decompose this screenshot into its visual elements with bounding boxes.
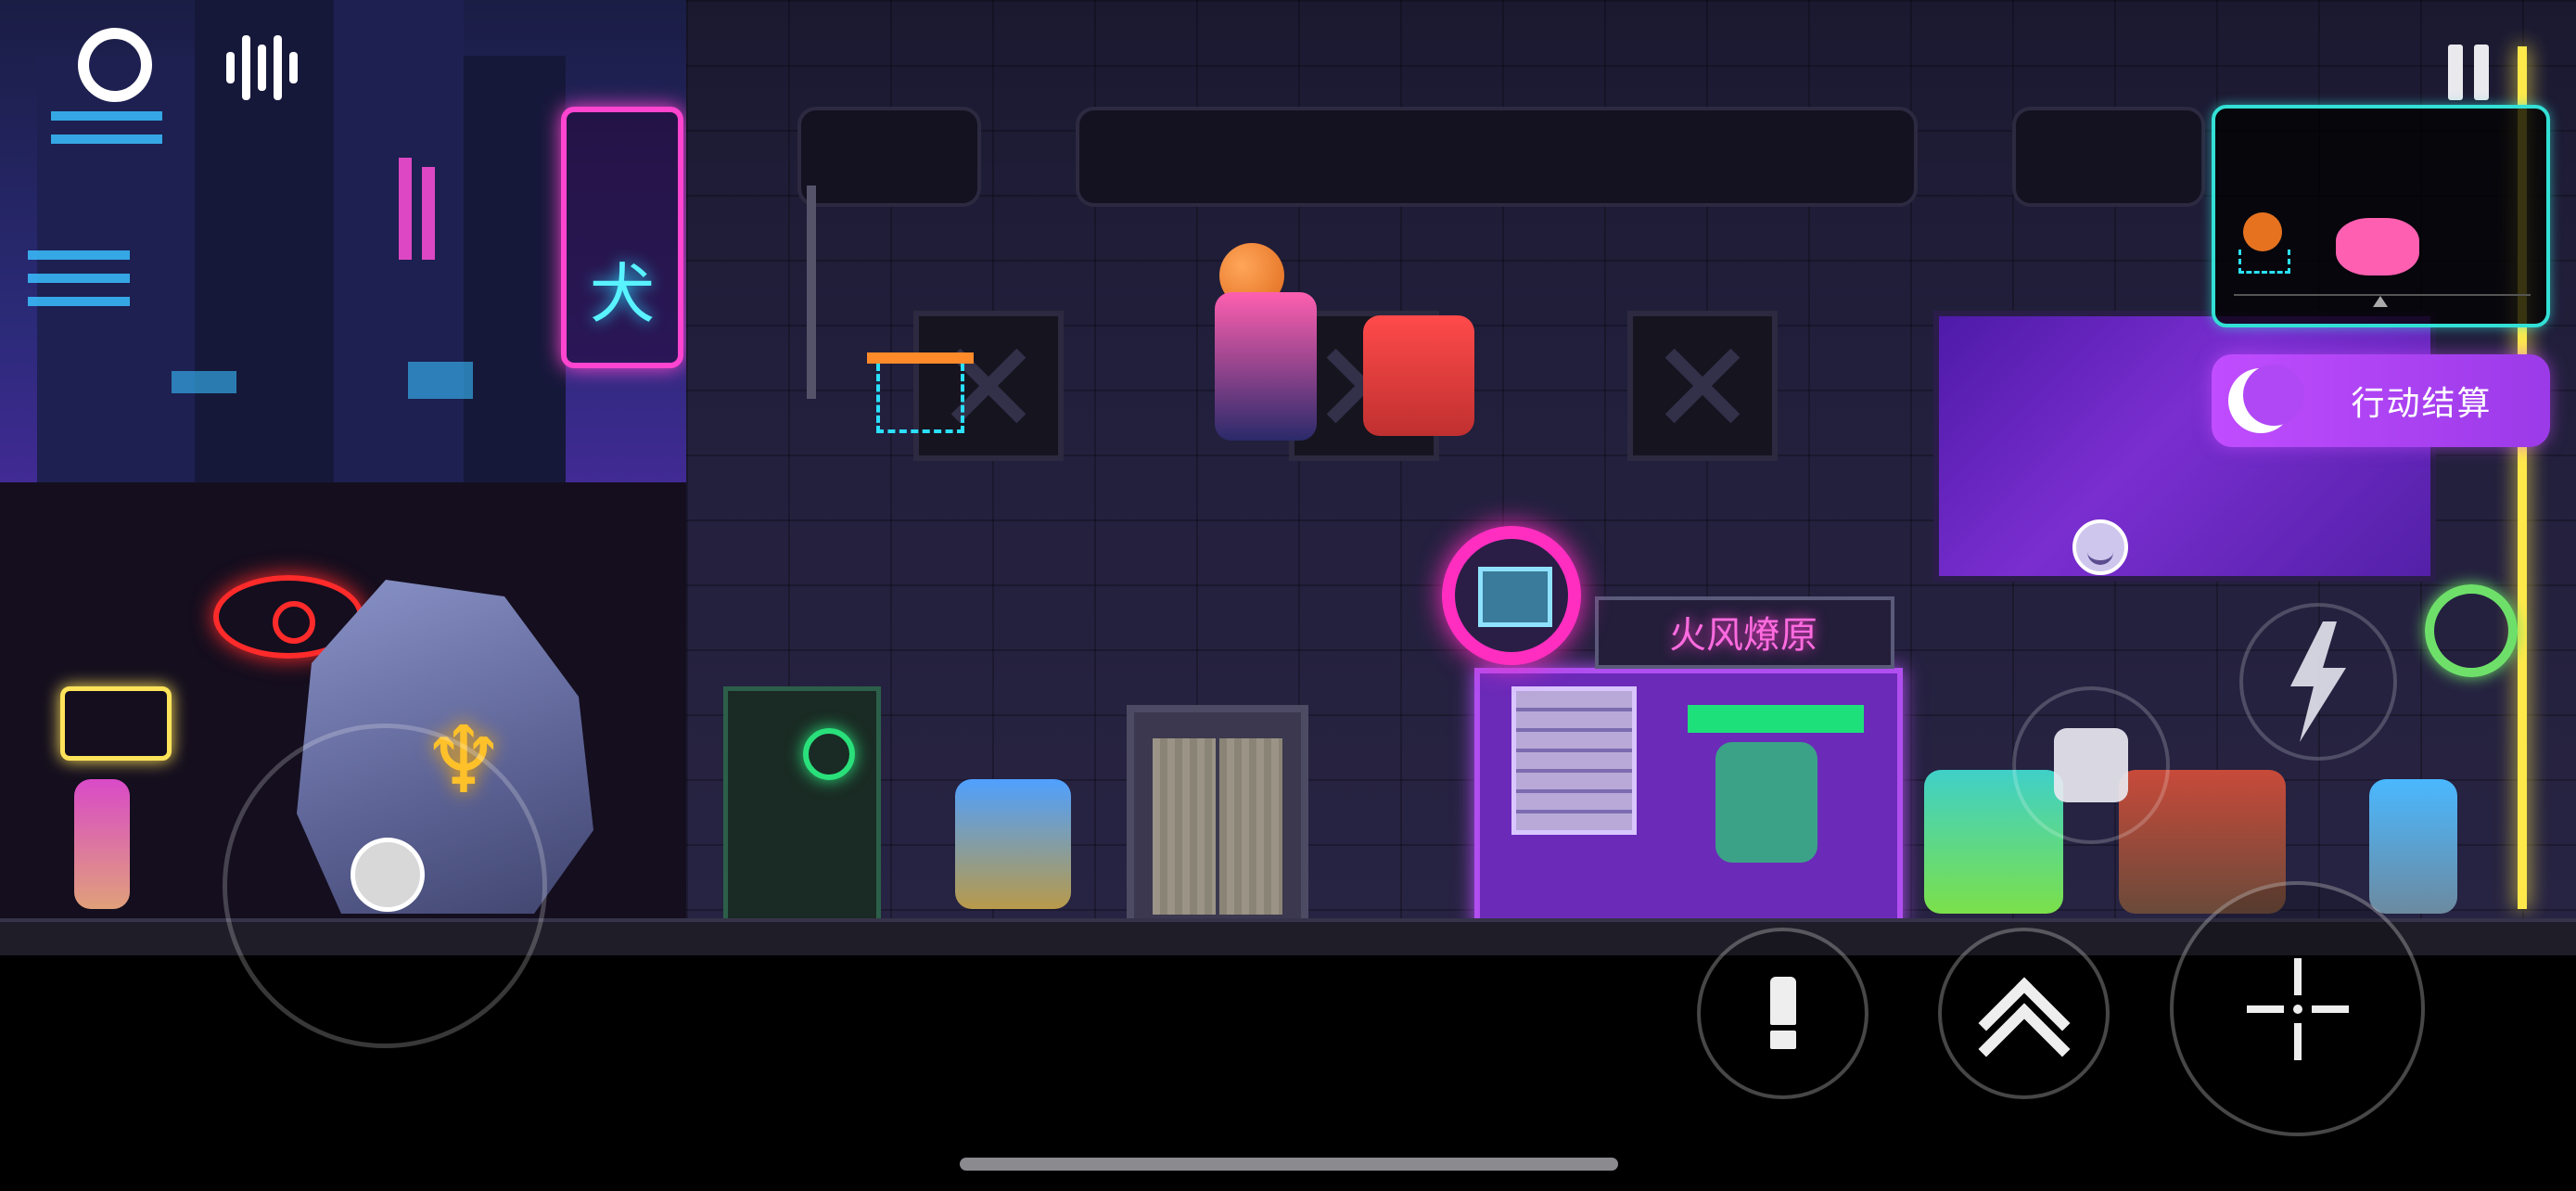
npc-mech [2369,779,2457,914]
shop-green-bar [1688,705,1864,733]
minimap-position-pointer [2373,296,2388,307]
elevator-door[interactable] [1127,705,1308,933]
ceiling-pipe [1076,107,1918,207]
npc-robot [955,779,1071,909]
shop-sign-text: 火风燎原 [1669,614,1817,657]
graffiti-panel [723,686,881,928]
basketball-net [876,364,964,433]
minimap-ball-marker [2243,212,2282,251]
ceiling-pipe [2012,107,2205,207]
voice-wave-icon[interactable] [226,35,299,100]
jump-button[interactable] [1938,928,2110,1099]
minimap[interactable] [2212,105,2550,327]
basketball-hoop-rim [867,352,974,364]
dash-icon [1766,976,1800,1051]
attack-button[interactable] [2170,881,2425,1136]
green-gear-icon [2425,584,2518,677]
dash-button[interactable] [1697,928,1868,1099]
joystick-knob[interactable] [351,838,425,912]
ring-icon[interactable] [78,28,152,102]
end-action-label: 行动结算 [2351,385,2493,423]
npc-girl [74,779,130,909]
neon-sign-glyph: 犬 [590,256,655,332]
pet-companion [1363,315,1474,436]
emote-smiley-icon[interactable] [2072,519,2128,575]
crescent-moon-icon [2228,365,2304,433]
ceiling-pipe [797,107,981,207]
game-viewport[interactable]: 犬 火风燎原 ♆ 行动结算 [0,0,2576,1191]
hoop-pole [807,186,816,399]
pause-icon[interactable] [2448,45,2494,100]
end-action-button[interactable]: 行动结算 [2212,354,2550,447]
shop-emblem-ring [1442,526,1581,665]
minimap-hoop-marker [2238,250,2290,274]
hand-interact-icon [2054,728,2128,802]
crosshair-icon [2246,957,2349,1060]
wall-fan [1627,311,1778,461]
shop-vending-grid [1511,686,1637,835]
home-indicator[interactable] [960,1158,1618,1171]
minimap-player-marker [2336,218,2419,275]
jump-chevron-icon [1978,972,2070,1095]
npc-shopkeeper [1715,742,1817,863]
neon-shop-sign: 犬 [561,107,683,368]
neon-label-sign [60,686,172,761]
lightning-skill-icon [2290,621,2346,742]
player-character [1215,292,1317,441]
green-neon-ring [803,728,855,780]
